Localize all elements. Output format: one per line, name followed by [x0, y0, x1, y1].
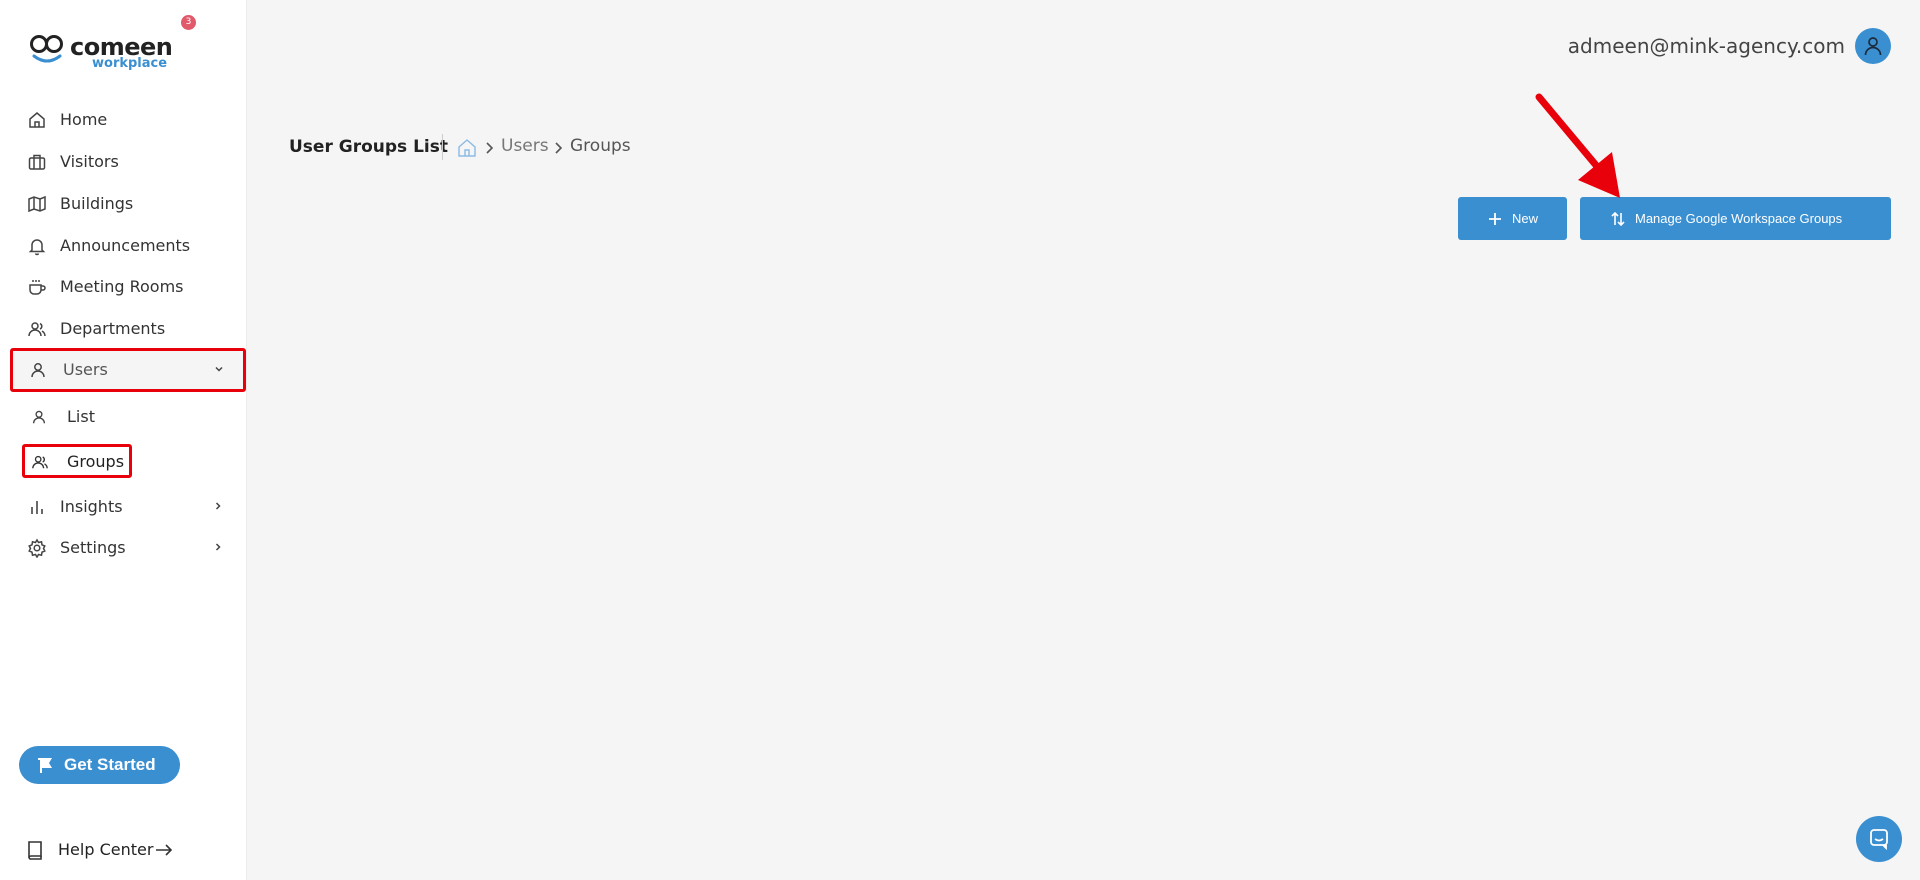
arrow-right-icon	[156, 844, 173, 856]
home-icon[interactable]	[456, 137, 478, 159]
chevron-right-icon	[215, 502, 221, 510]
users-icon	[28, 322, 46, 337]
sync-arrows-icon	[1611, 211, 1625, 227]
breadcrumb-groups: Groups	[570, 136, 631, 156]
manage-button-label: Manage Google Workspace Groups	[1635, 211, 1843, 226]
help-center-label: Help Center	[58, 840, 154, 859]
sidebar-item-visitors[interactable]: Visitors	[10, 142, 245, 182]
sidebar-item-announcements[interactable]: Announcements	[10, 226, 245, 266]
sidebar-subitem-list[interactable]: List	[22, 400, 152, 434]
user-icon	[31, 363, 45, 378]
user-icon	[32, 410, 46, 424]
sidebar-item-label: Announcements	[60, 236, 191, 255]
sidebar-item-label: Users	[63, 360, 108, 379]
user-email[interactable]: admeen@mink-agency.com	[1568, 34, 1845, 58]
coffee-icon	[29, 280, 46, 295]
breadcrumb-users[interactable]: Users	[501, 136, 549, 156]
sidebar-item-label: Buildings	[60, 194, 134, 213]
flag-icon	[38, 758, 52, 773]
annotation-arrow-icon	[1535, 93, 1620, 198]
chat-launcher-button[interactable]	[1856, 816, 1902, 862]
logo-subtitle: workplace	[92, 56, 168, 71]
new-button-label: New	[1512, 211, 1539, 226]
sidebar-item-users[interactable]: Users	[10, 348, 246, 392]
book-icon	[28, 841, 42, 860]
get-started-button[interactable]: Get Started	[19, 746, 180, 784]
user-avatar-icon	[1864, 37, 1882, 56]
sidebar-item-home[interactable]: Home	[10, 100, 245, 140]
chevron-down-icon	[215, 366, 223, 372]
map-icon	[28, 195, 46, 213]
sidebar-item-departments[interactable]: Departments	[10, 309, 245, 349]
sidebar-item-settings[interactable]: Settings	[10, 528, 245, 568]
sidebar-subitem-label: List	[67, 407, 95, 426]
sidebar-item-label: Visitors	[60, 152, 119, 171]
avatar[interactable]	[1855, 28, 1891, 64]
page-title: User Groups List	[289, 137, 448, 157]
briefcase-icon	[28, 154, 46, 170]
gear-icon	[28, 538, 46, 558]
sidebar-item-label: Departments	[60, 319, 166, 338]
sidebar: comeen workplace 3 Home Visitors Buildin…	[0, 0, 247, 880]
sidebar-item-meeting-rooms[interactable]: Meeting Rooms	[10, 267, 245, 307]
sidebar-subitem-groups[interactable]: Groups	[22, 444, 132, 478]
sidebar-item-label: Settings	[60, 538, 126, 557]
help-center-link[interactable]: Help Center	[26, 838, 186, 862]
sidebar-item-insights[interactable]: Insights	[10, 487, 245, 527]
chevron-right-icon	[486, 142, 494, 154]
sidebar-item-buildings[interactable]: Buildings	[10, 184, 245, 224]
bar-chart-icon	[31, 501, 43, 514]
bell-icon	[28, 239, 46, 256]
comeen-logo[interactable]: comeen workplace	[30, 30, 173, 72]
sidebar-item-label: Meeting Rooms	[60, 277, 184, 296]
chat-icon	[1870, 829, 1888, 850]
sidebar-item-label: Insights	[60, 497, 123, 516]
chevron-right-icon	[555, 142, 563, 154]
logo-mark-icon	[30, 35, 63, 63]
breadcrumb-divider	[442, 134, 443, 160]
get-started-label: Get Started	[64, 755, 156, 774]
chevron-right-icon	[215, 543, 221, 551]
sidebar-subitem-label: Groups	[67, 452, 125, 471]
sidebar-item-label: Home	[60, 110, 108, 129]
notification-badge[interactable]: 3	[181, 15, 196, 30]
home-icon	[29, 112, 45, 128]
users-icon	[32, 455, 48, 469]
plus-icon	[1489, 213, 1501, 225]
